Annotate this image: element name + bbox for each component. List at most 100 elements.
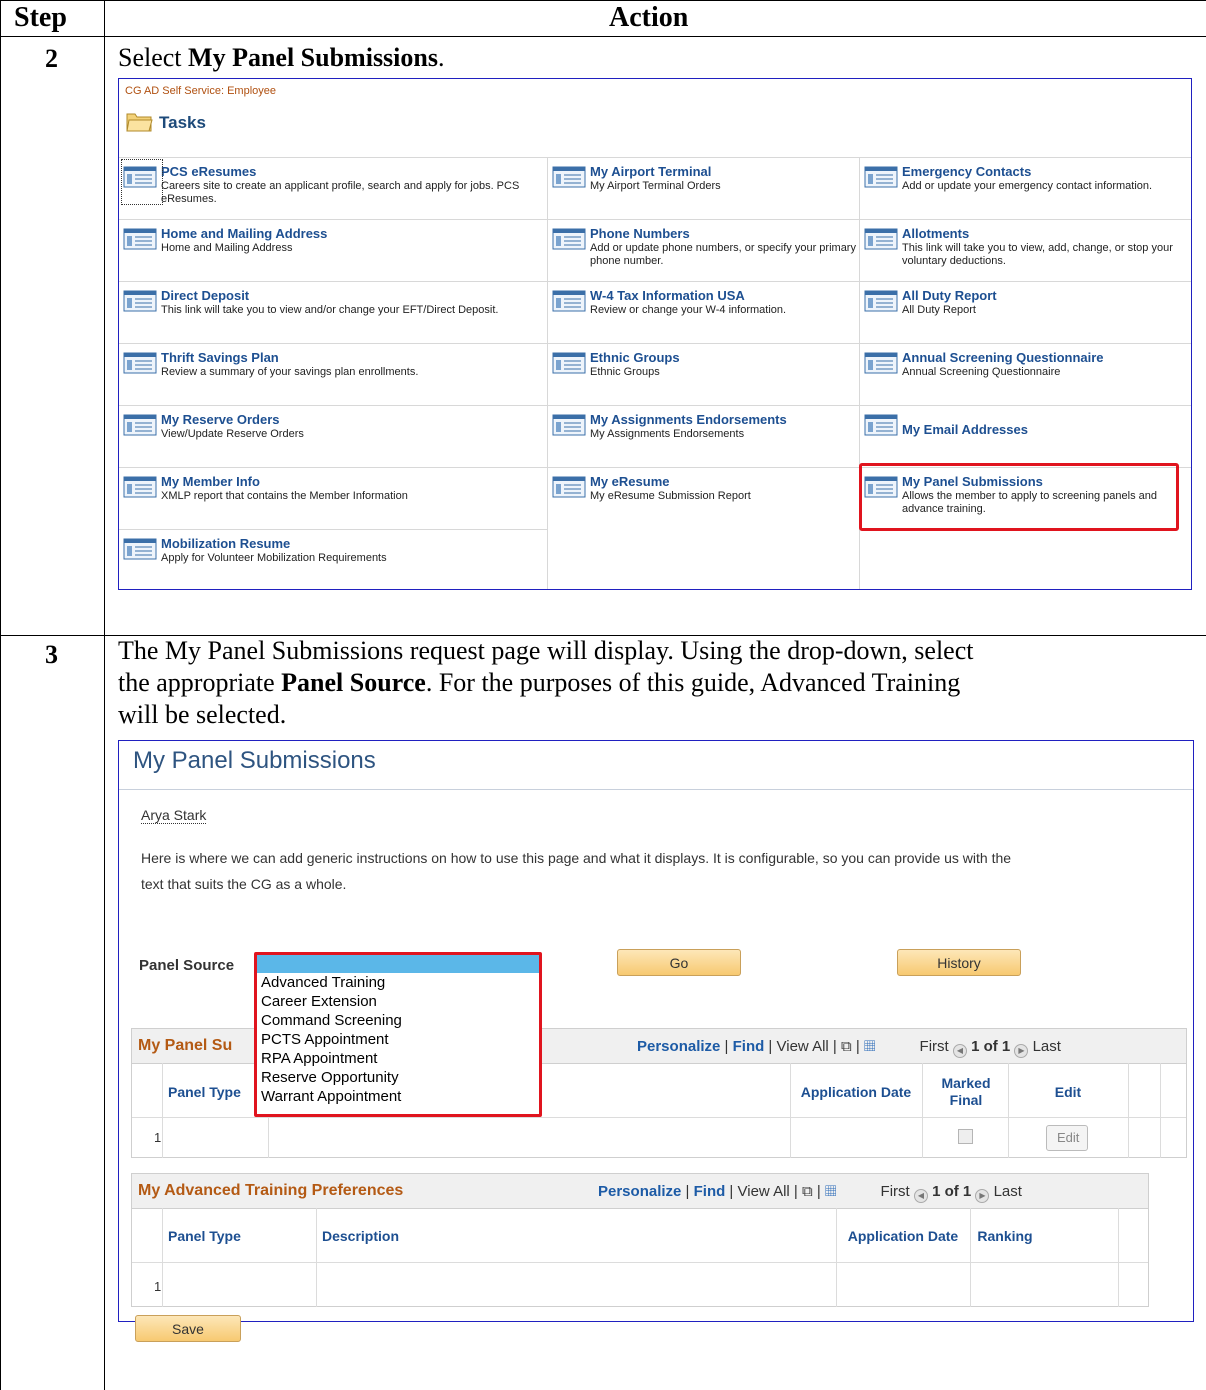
- task-link[interactable]: My Assignments Endorsements My Assignment…: [548, 405, 860, 467]
- task-link[interactable]: Thrift Savings Plan Review a summary of y…: [119, 343, 548, 405]
- task-link[interactable]: W-4 Tax Information USA Review or change …: [548, 281, 860, 343]
- task-link[interactable]: Emergency Contacts Add or update your eme…: [860, 157, 1191, 219]
- task-link[interactable]: Direct Deposit This link will take you to…: [119, 281, 548, 343]
- task-icon: [864, 228, 898, 250]
- personalize-link[interactable]: Personalize: [598, 1183, 681, 1200]
- instruction-text: the appropriate: [118, 668, 282, 697]
- download-icon[interactable]: ▦: [825, 1183, 836, 1200]
- task-title[interactable]: My Reserve Orders: [161, 412, 280, 427]
- task-description: Careers site to create an applicant prof…: [161, 180, 520, 205]
- panel-source-label: Panel Source: [139, 957, 235, 974]
- history-button[interactable]: History: [897, 949, 1021, 976]
- table-column-divider: [104, 0, 105, 1390]
- procedure-table: Step Action 2 Select My Panel Submission…: [0, 0, 1206, 1390]
- task-description: Ethnic Groups: [590, 366, 660, 378]
- grid-line: [970, 1208, 971, 1307]
- task-title[interactable]: Emergency Contacts: [902, 164, 1031, 179]
- task-icon: [552, 290, 586, 312]
- app-brand: CG AD Self Service: Employee: [125, 85, 277, 97]
- task-link[interactable]: My eResume My eResume Submission Report: [548, 467, 860, 529]
- task-link[interactable]: My Airport Terminal My Airport Terminal O…: [548, 157, 860, 219]
- download-icon[interactable]: ▦: [864, 1038, 875, 1055]
- page-title: My Panel Submissions: [133, 747, 376, 774]
- grid-line: [790, 1063, 791, 1158]
- task-title[interactable]: Annual Screening Questionnaire: [902, 350, 1104, 365]
- instruction-bold: My Panel Submissions: [188, 43, 438, 72]
- task-link[interactable]: Home and Mailing Address Home and Mailing…: [119, 219, 548, 281]
- last-link[interactable]: Last: [1033, 1038, 1061, 1055]
- previous-icon[interactable]: ◀: [913, 1189, 928, 1203]
- view-all-link[interactable]: View All: [738, 1183, 790, 1200]
- col-application-date: Application Date: [800, 1084, 912, 1100]
- step-instruction: The My Panel Submissions request page wi…: [118, 635, 973, 731]
- task-link[interactable]: Annual Screening Questionnaire Annual Scr…: [860, 343, 1191, 405]
- first-link[interactable]: First: [881, 1183, 910, 1200]
- task-link[interactable]: Phone Numbers Add or update phone numbers…: [548, 219, 860, 281]
- col-panel-type: Panel Type: [168, 1084, 241, 1100]
- task-description: Home and Mailing Address: [161, 242, 293, 254]
- task-title[interactable]: All Duty Report: [902, 288, 997, 303]
- task-description: Apply for Volunteer Mobilization Require…: [161, 552, 387, 564]
- task-description: My Airport Terminal Orders: [590, 180, 721, 192]
- find-link[interactable]: Find: [694, 1183, 726, 1200]
- task-link[interactable]: All Duty Report All Duty Report: [860, 281, 1191, 343]
- row-number: 1: [154, 1279, 162, 1294]
- grid-line: [132, 1117, 1186, 1118]
- edit-button[interactable]: Edit: [1046, 1125, 1088, 1151]
- task-title[interactable]: Home and Mailing Address: [161, 226, 327, 241]
- task-link[interactable]: My Email Addresses: [860, 405, 1191, 467]
- table-header-divider: [0, 36, 1206, 37]
- task-description: Review or change your W-4 information.: [590, 304, 787, 316]
- instruction-punct: .: [437, 43, 445, 72]
- step-header: Step: [14, 2, 67, 33]
- task-link[interactable]: My Reserve Orders View/Update Reserve Ord…: [119, 405, 548, 467]
- task-title[interactable]: Phone Numbers: [590, 226, 690, 241]
- task-title[interactable]: My Member Info: [161, 474, 260, 489]
- task-link[interactable]: Ethnic Groups Ethnic Groups: [548, 343, 860, 405]
- previous-icon[interactable]: ◀: [952, 1044, 967, 1058]
- find-link[interactable]: Find: [733, 1038, 765, 1055]
- task-title[interactable]: Mobilization Resume: [161, 536, 290, 551]
- task-icon: [864, 290, 898, 312]
- task-title[interactable]: Thrift Savings Plan: [161, 350, 279, 365]
- zoom-icon[interactable]: ⧉: [802, 1183, 813, 1200]
- task-title[interactable]: W-4 Tax Information USA: [590, 288, 745, 303]
- task-icon: [123, 476, 157, 498]
- task-icon: [123, 228, 157, 250]
- task-title[interactable]: Ethnic Groups: [590, 350, 680, 365]
- task-description: Annual Screening Questionnaire: [902, 366, 1061, 378]
- marked-final-checkbox[interactable]: [958, 1129, 973, 1144]
- next-icon[interactable]: ▶: [1014, 1044, 1029, 1058]
- task-link[interactable]: My Member Info XMLP report that contains …: [119, 467, 548, 529]
- task-icon: [552, 414, 586, 436]
- first-link[interactable]: First: [920, 1038, 949, 1055]
- user-name[interactable]: Arya Stark: [141, 807, 207, 824]
- view-all-link[interactable]: View All: [777, 1038, 829, 1055]
- title-divider: [119, 789, 1193, 790]
- task-link[interactable]: Mobilization Resume Apply for Volunteer M…: [119, 529, 548, 591]
- last-link[interactable]: Last: [994, 1183, 1022, 1200]
- zoom-icon[interactable]: ⧉: [841, 1038, 852, 1055]
- task-title[interactable]: My Assignments Endorsements: [590, 412, 787, 427]
- task-title[interactable]: PCS eResumes: [161, 164, 256, 179]
- next-icon[interactable]: ▶: [975, 1189, 990, 1203]
- personalize-link[interactable]: Personalize: [637, 1038, 720, 1055]
- go-button[interactable]: Go: [617, 949, 741, 976]
- task-description: XMLP report that contains the Member Inf…: [161, 490, 408, 502]
- col-panel-type: Panel Type: [168, 1228, 241, 1244]
- task-title[interactable]: Allotments: [902, 226, 969, 241]
- save-button[interactable]: Save: [135, 1315, 241, 1342]
- task-icon: [552, 352, 586, 374]
- grid-line: [316, 1208, 317, 1307]
- pager-text: 1 of 1: [932, 1183, 972, 1200]
- task-link[interactable]: PCS eResumes Careers site to create an ap…: [119, 157, 548, 219]
- instruction-text: . For the purposes of this guide, Advanc…: [425, 668, 961, 697]
- task-title[interactable]: Direct Deposit: [161, 288, 249, 303]
- table-border-top: [0, 0, 1206, 1]
- task-link[interactable]: Allotments This link will take you to vie…: [860, 219, 1191, 281]
- task-title[interactable]: My Email Addresses: [902, 422, 1028, 437]
- instruction-line: the appropriate Panel Source. For the pu…: [118, 667, 973, 699]
- task-title[interactable]: My eResume: [590, 474, 669, 489]
- advanced-training-preferences-grid: My Advanced Training Preferences Persona…: [131, 1173, 1149, 1307]
- task-title[interactable]: My Airport Terminal: [590, 164, 711, 179]
